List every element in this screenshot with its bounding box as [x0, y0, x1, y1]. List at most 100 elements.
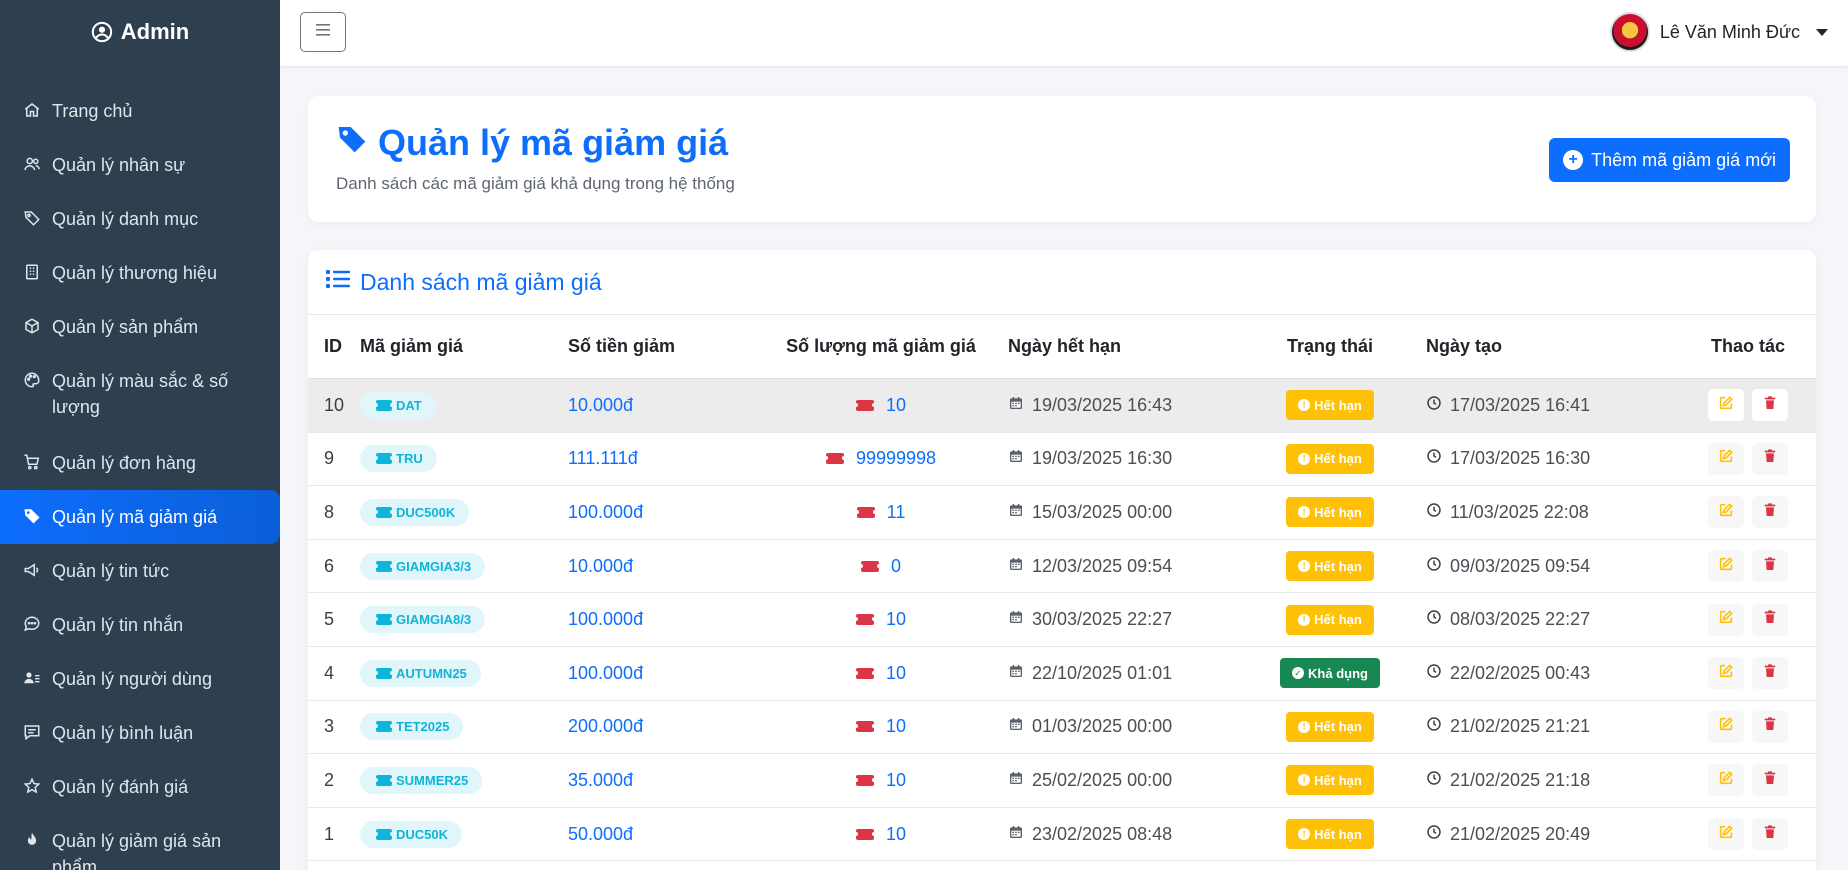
edit-button[interactable] [1708, 818, 1744, 851]
delete-button[interactable] [1752, 818, 1788, 851]
cell-status: ! Hết hạn [1250, 700, 1410, 755]
edit-button[interactable] [1708, 550, 1744, 583]
calendar-icon [1008, 663, 1024, 684]
delete-button[interactable] [1752, 657, 1788, 690]
ticket-icon [853, 828, 876, 840]
sidebar-item-orders[interactable]: Quản lý đơn hàng [0, 436, 280, 490]
exclamation-circle-icon: ! [1298, 506, 1311, 519]
sidebar-item-home[interactable]: Trang chủ [0, 84, 280, 138]
sidebar-item-products[interactable]: Quản lý sản phẩm [0, 300, 280, 354]
table-body: 10 DAT 10.000đ 10 19/03/2025 16:43! Hết hạn 17… [308, 378, 1816, 862]
edit-button[interactable] [1708, 657, 1744, 690]
ticket-icon [854, 506, 877, 518]
avatar [1609, 12, 1650, 52]
table-row: 2 SUMMER25 35.000đ 10 25/02/2025 00:00! Hết h… [308, 753, 1816, 808]
cell-status: ✓ Khả dụng [1250, 646, 1410, 701]
cell-id: 3 [308, 700, 360, 755]
edit-button[interactable] [1708, 442, 1744, 475]
sidebar-item-label: Quản lý tin tức [52, 561, 170, 581]
trash-icon [1762, 770, 1778, 791]
status-text: Hết hạn [1314, 451, 1362, 467]
user-menu[interactable]: Lê Văn Minh Đức [1609, 12, 1828, 52]
cell-code: GIAMGIA3/3 [360, 539, 568, 594]
cell-code: DUC50K [360, 807, 568, 862]
status-badge: ! Hết hạn [1286, 443, 1374, 474]
table-row: 10 DAT 10.000đ 10 19/03/2025 16:43! Hết hạn 17… [308, 378, 1816, 433]
cell-expiry: 22/10/2025 01:01 [996, 646, 1250, 701]
sidebar-item-product-discounts[interactable]: Quản lý giảm giá sản phẩm [0, 814, 280, 870]
sidebar-item-messages[interactable]: Quản lý tin nhắn [0, 598, 280, 652]
quantity-value: 10 [853, 716, 906, 737]
created-date: 11/03/2025 22:08 [1426, 502, 1589, 523]
cart-icon [22, 451, 42, 473]
delete-button[interactable] [1752, 603, 1788, 636]
cell-amount: 111.111đ [568, 432, 766, 487]
expiry-text: 22/10/2025 01:01 [1032, 662, 1173, 683]
created-text: 22/02/2025 00:43 [1450, 662, 1591, 683]
sidebar-item-news[interactable]: Quản lý tin tức [0, 544, 280, 598]
quantity-value: 0 [858, 555, 901, 577]
trash-icon [1762, 824, 1778, 845]
tag-icon [22, 505, 42, 527]
star-icon [22, 775, 42, 797]
delete-button[interactable] [1752, 496, 1788, 529]
delete-button[interactable] [1752, 550, 1788, 583]
cell-status: ! Hết hạn [1250, 432, 1410, 487]
sidebar-item-colors[interactable]: Quản lý màu sắc & số lượng [0, 354, 280, 436]
add-discount-code-button[interactable]: + Thêm mã giảm giá mới [1549, 138, 1790, 182]
edit-button[interactable] [1708, 764, 1744, 797]
cell-amount: 100.000đ [568, 646, 766, 701]
calendar-icon [1008, 448, 1024, 469]
list-icon [326, 268, 350, 296]
sidebar-item-discount-codes[interactable]: Quản lý mã giảm giá [0, 490, 280, 544]
code-text: GIAMGIA8/3 [396, 612, 472, 628]
cell-code: DUC500K [360, 485, 568, 540]
sidebar-item-categories[interactable]: Quản lý danh mục [0, 192, 280, 246]
sidebar-item-label: Quản lý danh mục [52, 209, 199, 229]
sidebar-item-staff[interactable]: Quản lý nhân sự [0, 138, 280, 192]
delete-button[interactable] [1752, 442, 1788, 475]
ticket-icon [374, 614, 394, 626]
ticket-icon [374, 453, 394, 465]
trash-icon [1762, 556, 1778, 577]
cell-actions [1680, 700, 1816, 755]
edit-button[interactable] [1708, 496, 1744, 529]
created-text: 17/03/2025 16:41 [1450, 394, 1591, 415]
delete-button[interactable] [1752, 764, 1788, 797]
ticket-icon [853, 667, 876, 679]
sidebar-item-users[interactable]: Quản lý người dùng [0, 652, 280, 706]
quantity-text: 11 [886, 501, 906, 522]
created-date: 21/02/2025 21:21 [1426, 716, 1590, 737]
brand[interactable]: Admin [0, 0, 280, 64]
edit-button[interactable] [1708, 389, 1744, 422]
code-text: DUC50K [396, 826, 449, 842]
code-badge: SUMMER25 [360, 766, 483, 794]
cell-amount: 100.000đ [568, 485, 766, 540]
edit-button[interactable] [1708, 603, 1744, 636]
cell-id: 2 [308, 753, 360, 808]
delete-button[interactable] [1752, 710, 1788, 743]
trash-icon [1762, 609, 1778, 630]
calendar-icon [1008, 395, 1024, 416]
ticket-icon [374, 667, 394, 679]
table-row: 6 GIAMGIA3/3 10.000đ 0 12/03/2025 09:54! Hết … [308, 539, 1816, 594]
user-name: Lê Văn Minh Đức [1659, 21, 1800, 42]
edit-button[interactable] [1708, 710, 1744, 743]
sidebar: Admin Trang chủ Quản lý nhân sự Quản lý … [0, 0, 280, 870]
sidebar-item-comments[interactable]: Quản lý bình luận [0, 706, 280, 760]
sidebar-item-brands[interactable]: Quản lý thương hiệu [0, 246, 280, 300]
sidebar-toggle-button[interactable] [300, 12, 346, 52]
delete-button[interactable] [1752, 389, 1788, 422]
quantity-text: 10 [885, 609, 907, 630]
column-header-amount: Số tiền giảm [568, 314, 766, 379]
expiry-date: 23/02/2025 08:48 [1008, 824, 1172, 845]
quantity-text: 0 [890, 555, 901, 576]
cell-quantity: 10 [766, 592, 996, 647]
exclamation-circle-icon: ! [1298, 828, 1311, 841]
cell-amount: 10.000đ [568, 539, 766, 594]
cell-quantity: 99999998 [766, 432, 996, 487]
quantity-text: 10 [885, 769, 907, 790]
amount-text: 35.000đ [568, 769, 634, 790]
cell-quantity: 10 [766, 807, 996, 862]
sidebar-item-reviews[interactable]: Quản lý đánh giá [0, 760, 280, 814]
